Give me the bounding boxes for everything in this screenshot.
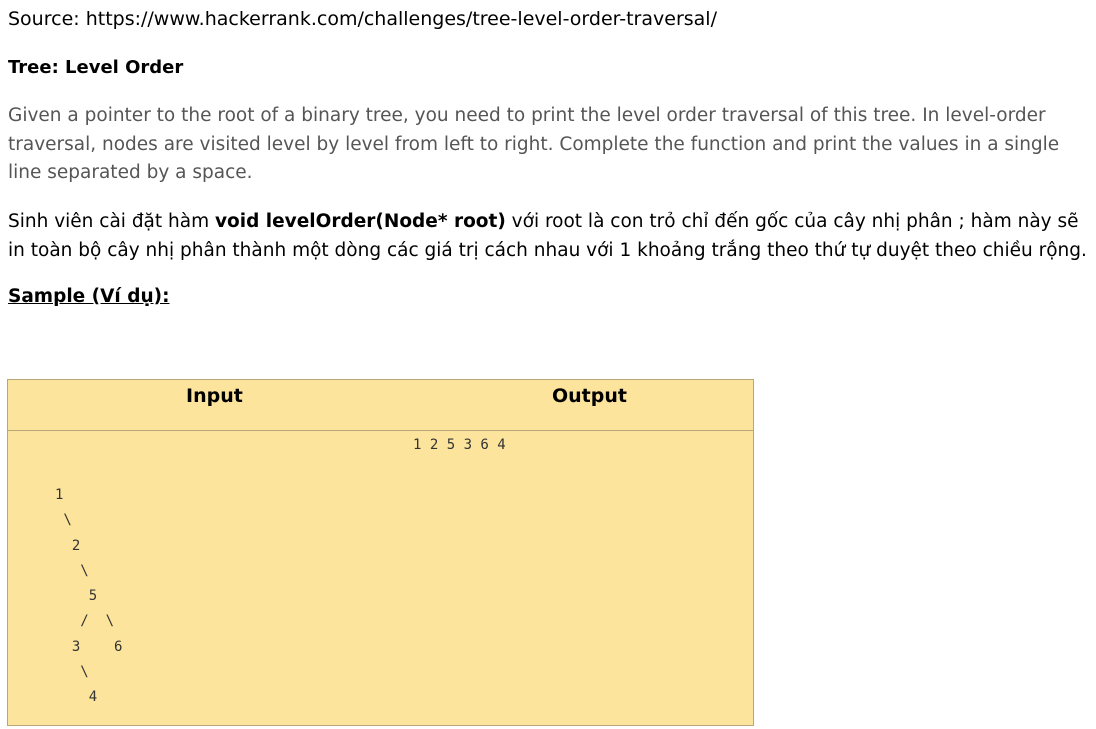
table-header-row: Input Output (8, 380, 753, 431)
sample-heading: Sample (Ví dụ): (8, 286, 170, 307)
output-value: 1 2 5 3 6 4 (413, 437, 506, 453)
problem-title: Tree: Level Order (8, 57, 184, 78)
input-tree: 1 \ 2 \ 5 / \ 3 6 \ 4 (55, 487, 123, 706)
description-english: Given a pointer to the root of a binary … (8, 105, 1060, 183)
header-output: Output (552, 385, 627, 407)
header-input: Input (186, 385, 243, 407)
description-vietnamese: Sinh viên cài đặt hàm void levelOrder(No… (8, 207, 1093, 265)
source-line: Source: https://www.hackerrank.com/chall… (8, 8, 717, 30)
function-signature: void levelOrder(Node* root) (215, 211, 506, 232)
description-vi-prefix: Sinh viên cài đặt hàm (8, 211, 215, 232)
sample-table: Input Output 1 2 5 3 6 4 1 \ 2 \ 5 / \ 3… (7, 379, 754, 726)
